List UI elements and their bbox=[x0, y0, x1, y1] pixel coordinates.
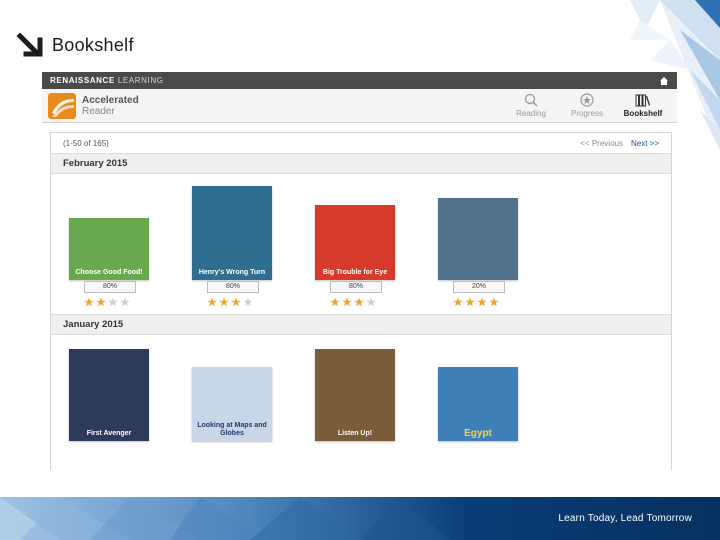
book-cover-title: Henry's Wrong Turn bbox=[198, 269, 266, 276]
nav-progress[interactable]: Progress bbox=[559, 89, 615, 122]
star-badge-icon bbox=[580, 93, 594, 107]
brand-subtitle: LEARNING bbox=[117, 76, 164, 85]
book-cover-title: Choose Good Food! bbox=[75, 269, 143, 276]
renaissance-top-bar: RENAISSANCE LEARNING bbox=[42, 72, 677, 89]
star-empty-icon bbox=[108, 297, 118, 307]
result-count: (1-50 of 165) bbox=[63, 138, 109, 148]
nav-reading-label: Reading bbox=[516, 109, 546, 118]
slide-title-text: Bookshelf bbox=[52, 34, 134, 55]
book-item[interactable]: First Avenger bbox=[69, 349, 149, 441]
book-cover[interactable]: Egypt bbox=[438, 367, 518, 441]
star-rating bbox=[84, 297, 136, 307]
star-empty-icon bbox=[243, 297, 253, 307]
book-cover-title: Egypt bbox=[464, 428, 492, 439]
book-cover[interactable]: Big Trouble for Eye bbox=[315, 205, 395, 280]
arrow-down-right-icon bbox=[16, 32, 43, 57]
book-item[interactable]: Looking at Maps and Globes bbox=[192, 367, 272, 441]
nav-reading[interactable]: Reading bbox=[503, 89, 559, 122]
brand-name: RENAISSANCE bbox=[50, 76, 115, 85]
nav-bookshelf-label: Bookshelf bbox=[623, 109, 663, 118]
nav-bookshelf[interactable]: Bookshelf bbox=[615, 89, 671, 122]
book-cover-title: Listen Up! bbox=[337, 430, 373, 437]
quiz-score: 80% bbox=[84, 281, 136, 293]
star-filled-icon bbox=[489, 297, 499, 307]
book-cover-title bbox=[438, 274, 518, 280]
star-rating bbox=[207, 297, 259, 307]
star-filled-icon bbox=[477, 297, 487, 307]
star-filled-icon bbox=[465, 297, 475, 307]
star-filled-icon bbox=[231, 297, 241, 307]
book-cover[interactable]: Henry's Wrong Turn bbox=[192, 186, 272, 280]
book-cover[interactable] bbox=[438, 198, 518, 280]
book-cover-title: Big Trouble for Eye bbox=[322, 269, 388, 276]
star-filled-icon bbox=[219, 297, 229, 307]
star-filled-icon bbox=[207, 297, 217, 307]
book-cover[interactable]: Listen Up! bbox=[315, 349, 395, 441]
book-item[interactable]: 20% bbox=[438, 179, 518, 307]
book-cover-title: First Avenger bbox=[86, 430, 132, 437]
pager: (1-50 of 165) << Previous Next >> bbox=[51, 133, 671, 153]
bookshelf-icon bbox=[635, 94, 651, 107]
star-empty-icon bbox=[120, 297, 130, 307]
book-item[interactable]: Henry's Wrong Turn 80% bbox=[192, 179, 272, 307]
app-header: Accelerated Reader Reading Progress Book… bbox=[42, 89, 677, 123]
accelerated-reader-logo-icon[interactable] bbox=[48, 92, 76, 119]
star-filled-icon bbox=[453, 297, 463, 307]
nav-progress-label: Progress bbox=[570, 109, 603, 118]
slide-title: Bookshelf bbox=[16, 30, 134, 60]
star-empty-icon bbox=[366, 297, 376, 307]
star-filled-icon bbox=[342, 297, 352, 307]
bookshelf-panel: (1-50 of 165) << Previous Next >> Februa… bbox=[50, 132, 672, 470]
product-subtitle: Reader bbox=[82, 105, 115, 117]
month-header-february: February 2015 bbox=[51, 153, 671, 174]
footer-tagline: Learn Today, Lead Tomorrow bbox=[558, 513, 692, 524]
footer-band: Learn Today, Lead Tomorrow bbox=[0, 497, 720, 540]
search-icon bbox=[524, 93, 538, 107]
star-rating bbox=[453, 297, 505, 307]
star-filled-icon bbox=[330, 297, 340, 307]
star-filled-icon bbox=[96, 297, 106, 307]
book-item[interactable]: Egypt bbox=[438, 367, 518, 441]
product-title: Accelerated bbox=[82, 94, 139, 106]
star-rating bbox=[330, 297, 382, 307]
quiz-score: 80% bbox=[207, 281, 259, 293]
star-filled-icon bbox=[354, 297, 364, 307]
book-item[interactable]: Listen Up! bbox=[315, 349, 395, 441]
book-cover-title: Looking at Maps and Globes bbox=[197, 422, 267, 437]
product-name: Accelerated Reader bbox=[82, 95, 139, 117]
book-cover[interactable]: First Avenger bbox=[69, 349, 149, 441]
quiz-score: 20% bbox=[453, 281, 505, 293]
star-filled-icon bbox=[84, 297, 94, 307]
book-row-february: Choose Good Food! 80% Henry's Wrong Turn… bbox=[51, 174, 671, 314]
previous-link[interactable]: << Previous bbox=[580, 139, 623, 148]
book-item[interactable]: Big Trouble for Eye 80% bbox=[315, 179, 395, 307]
book-item[interactable]: Choose Good Food! 80% bbox=[69, 179, 149, 307]
main-nav: Reading Progress Bookshelf bbox=[503, 89, 671, 122]
accelerated-reader-screenshot: RENAISSANCE LEARNING Accelerated Reader … bbox=[42, 72, 677, 470]
book-row-january: First Avenger Looking at Maps and Globes… bbox=[51, 335, 671, 470]
next-link[interactable]: Next >> bbox=[631, 139, 659, 148]
home-icon[interactable] bbox=[659, 76, 669, 86]
month-header-january: January 2015 bbox=[51, 314, 671, 335]
book-cover[interactable]: Looking at Maps and Globes bbox=[192, 367, 272, 441]
quiz-score: 80% bbox=[330, 281, 382, 293]
book-cover[interactable]: Choose Good Food! bbox=[69, 218, 149, 280]
